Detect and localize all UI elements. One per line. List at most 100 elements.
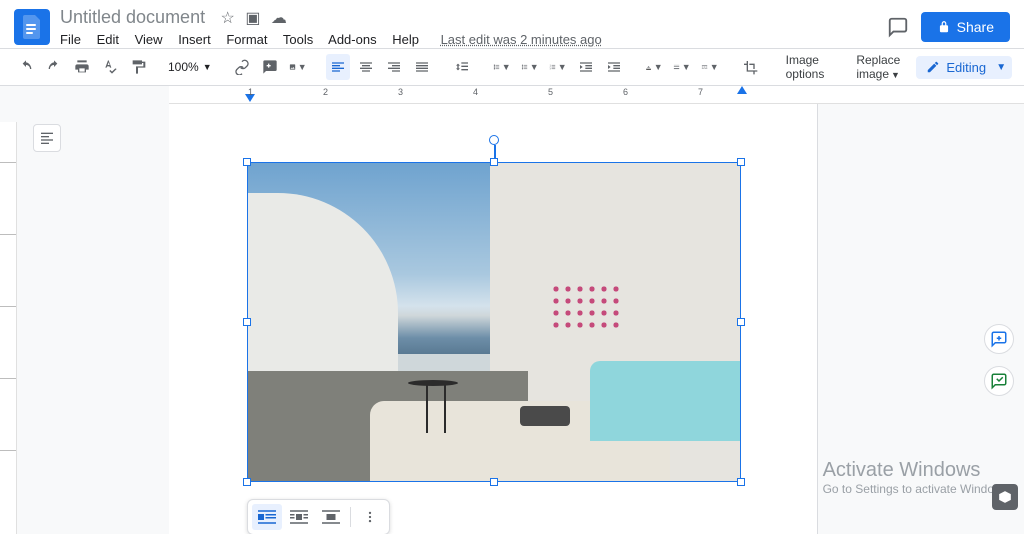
resize-handle-ne[interactable] [737, 158, 745, 166]
rotate-connector [494, 145, 496, 159]
resize-handle-sw[interactable] [243, 478, 251, 486]
menu-tools[interactable]: Tools [283, 32, 313, 47]
caret-down-icon: ▼ [710, 62, 719, 72]
decrease-indent-button[interactable] [574, 54, 598, 80]
suggest-edits-fab[interactable] [984, 366, 1014, 396]
vertical-ruler[interactable] [0, 122, 17, 534]
caret-down-icon: ▼ [558, 62, 567, 72]
explore-button[interactable] [992, 484, 1018, 510]
ruler-number: 7 [698, 87, 703, 97]
menu-format[interactable]: Format [226, 32, 267, 47]
menu-view[interactable]: View [135, 32, 163, 47]
ruler-number: 5 [548, 87, 553, 97]
resize-handle-se[interactable] [737, 478, 745, 486]
crop-image-button[interactable] [738, 54, 762, 80]
title-block: Untitled document ☆ ▣ ☁ File Edit View I… [60, 7, 887, 47]
ruler-number: 6 [623, 87, 628, 97]
star-icon[interactable]: ☆ [221, 8, 235, 28]
add-comment-fab[interactable] [984, 324, 1014, 354]
paint-format-button[interactable] [126, 54, 150, 80]
share-label: Share [957, 19, 994, 35]
doc-title[interactable]: Untitled document [60, 7, 205, 28]
add-comment-button[interactable] [258, 54, 282, 80]
wrap-break-button[interactable] [316, 504, 346, 530]
pencil-icon [926, 60, 940, 74]
editing-mode-select[interactable]: Editing ▼ [916, 56, 1012, 79]
insert-link-button[interactable] [230, 54, 254, 80]
watermark-sub: Go to Settings to activate Windows. [823, 482, 1012, 496]
move-icon[interactable]: ▣ [245, 8, 260, 28]
caret-down-icon: ▼ [298, 62, 307, 72]
replace-image-button[interactable]: Replace image▼ [848, 53, 908, 81]
menu-addons[interactable]: Add-ons [328, 32, 376, 47]
caret-down-icon: ▼ [996, 62, 1006, 73]
zoom-select[interactable]: 100% ▼ [166, 60, 214, 74]
docs-logo[interactable] [14, 9, 50, 45]
ruler-number: 3 [398, 87, 403, 97]
spellcheck-button[interactable] [98, 54, 122, 80]
menu-edit[interactable]: Edit [97, 32, 119, 47]
toolbar: 100%▼ ▼ ▼ ▼ 123▼ ▼ ▼ ▼ Image options Rep… [0, 48, 1024, 86]
checklist-button[interactable]: ▼ [490, 54, 514, 80]
wrap-inline-button[interactable] [252, 504, 282, 530]
horizontal-ruler-row: 1234567 [0, 86, 1024, 104]
undo-button[interactable] [14, 54, 38, 80]
menu-file[interactable]: File [60, 32, 81, 47]
image-wrap-toolbar [247, 499, 390, 534]
menu-insert[interactable]: Insert [178, 32, 211, 47]
page[interactable] [169, 104, 817, 534]
line-spacing-button[interactable] [450, 54, 474, 80]
ruler-number: 2 [323, 87, 328, 97]
menu-help[interactable]: Help [392, 32, 419, 47]
wrap-text-button[interactable] [284, 504, 314, 530]
redo-button[interactable] [42, 54, 66, 80]
cloud-status-icon[interactable]: ☁ [271, 8, 287, 28]
resize-handle-w[interactable] [243, 318, 251, 326]
wrap-toolbar-separator [350, 507, 351, 527]
caret-down-icon: ▼ [203, 62, 212, 72]
resize-handle-nw[interactable] [243, 158, 251, 166]
app-header: Untitled document ☆ ▣ ☁ File Edit View I… [0, 0, 1024, 48]
resize-handle-e[interactable] [737, 318, 745, 326]
resize-handle-s[interactable] [490, 478, 498, 486]
svg-text:3: 3 [549, 68, 551, 70]
horizontal-ruler[interactable]: 1234567 [169, 86, 1024, 104]
print-button[interactable] [70, 54, 94, 80]
open-comments-icon[interactable] [887, 16, 909, 38]
bullet-list-button[interactable]: ▼ [518, 54, 542, 80]
align-left-button[interactable] [326, 54, 350, 80]
align-justify-button[interactable] [410, 54, 434, 80]
rotate-handle[interactable] [489, 135, 499, 145]
header-right: Share [887, 12, 1010, 42]
ruler-number: 4 [473, 87, 478, 97]
align-right-button[interactable] [382, 54, 406, 80]
menu-bar: File Edit View Insert Format Tools Add-o… [60, 32, 887, 47]
selected-image[interactable] [247, 162, 741, 482]
editing-mode-label: Editing [946, 60, 986, 75]
caret-down-icon: ▼ [891, 70, 900, 80]
document-outline-toggle[interactable] [33, 124, 61, 152]
align-center-button[interactable] [354, 54, 378, 80]
wrap-more-button[interactable] [355, 504, 385, 530]
resize-handle-n[interactable] [490, 158, 498, 166]
border-dash-button[interactable]: ▼ [698, 54, 722, 80]
title-icons: ☆ ▣ ☁ [218, 10, 290, 27]
numbered-list-button[interactable]: 123▼ [546, 54, 570, 80]
last-edit-link[interactable]: Last edit was 2 minutes ago [441, 32, 602, 47]
border-weight-button[interactable]: ▼ [670, 54, 694, 80]
increase-indent-button[interactable] [602, 54, 626, 80]
watermark-title: Activate Windows [823, 459, 1012, 482]
windows-activation-watermark: Activate Windows Go to Settings to activ… [823, 459, 1012, 496]
caret-down-icon: ▼ [530, 62, 539, 72]
caret-down-icon: ▼ [682, 62, 691, 72]
image-options-button[interactable]: Image options [778, 53, 833, 81]
caret-down-icon: ▼ [502, 62, 511, 72]
right-indent-marker[interactable] [737, 86, 747, 94]
zoom-value: 100% [168, 60, 199, 74]
caret-down-icon: ▼ [654, 62, 663, 72]
border-color-button[interactable]: ▼ [642, 54, 666, 80]
left-gutter [17, 104, 169, 534]
side-floating-buttons [982, 324, 1016, 396]
share-button[interactable]: Share [921, 12, 1010, 42]
insert-image-button[interactable]: ▼ [286, 54, 310, 80]
